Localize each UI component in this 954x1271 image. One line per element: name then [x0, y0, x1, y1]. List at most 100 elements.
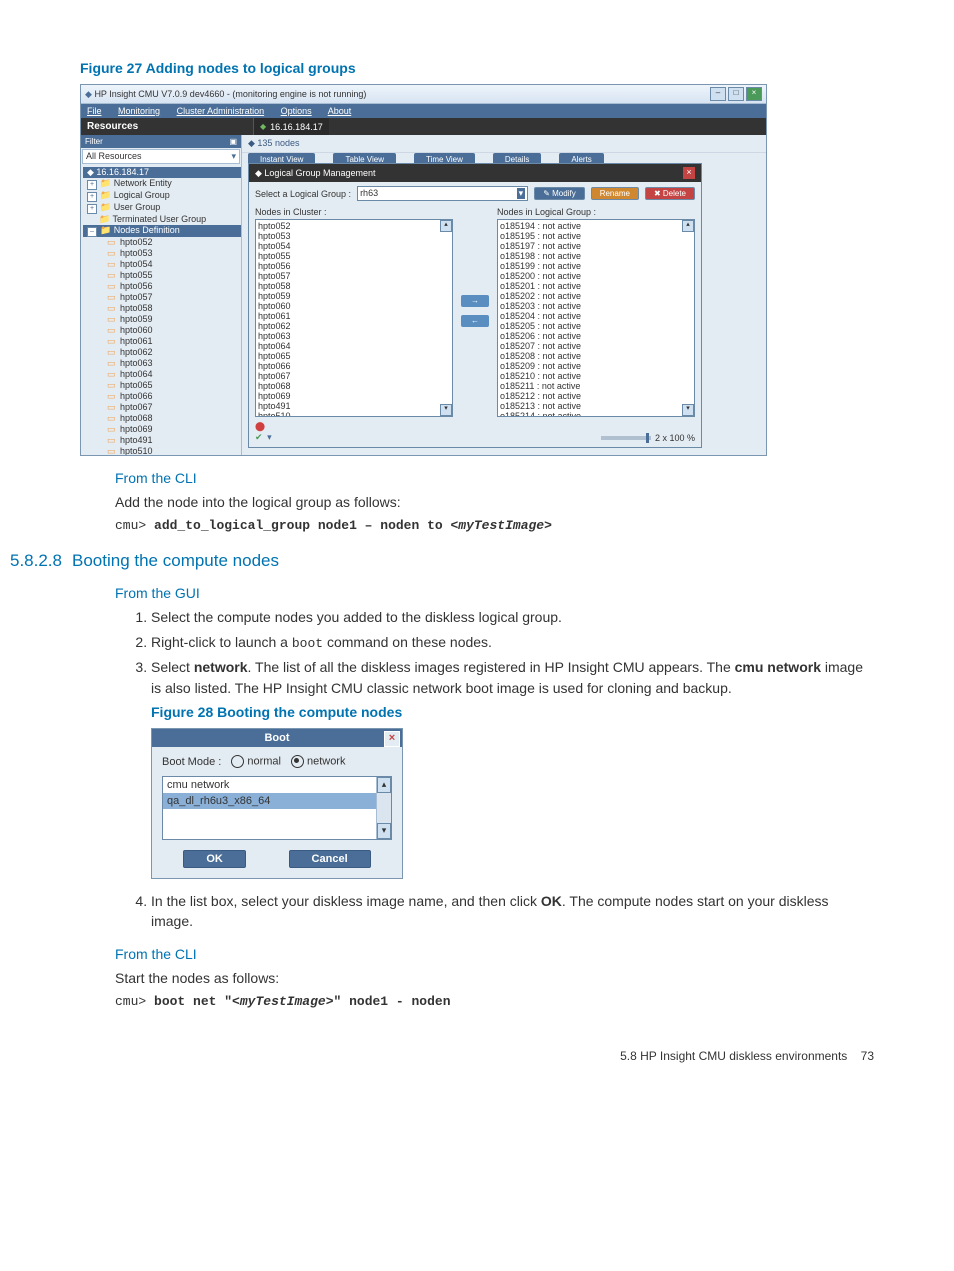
list-item[interactable]: o185212 : not active [500, 391, 692, 401]
tree-node[interactable]: ▭ hpto066 [83, 391, 241, 402]
tree-node[interactable]: ▭ hpto053 [83, 248, 241, 259]
list-item[interactable]: o185204 : not active [500, 311, 692, 321]
list-item[interactable]: o185209 : not active [500, 361, 692, 371]
tree-node[interactable]: ▭ hpto055 [83, 270, 241, 281]
tree-node[interactable]: ▭ hpto058 [83, 303, 241, 314]
tree-node[interactable]: ▭ hpto068 [83, 413, 241, 424]
list-item[interactable]: o185203 : not active [500, 301, 692, 311]
radio-icon[interactable] [291, 755, 304, 768]
list-item[interactable]: hpto056 [258, 261, 450, 271]
list-item[interactable]: hpto061 [258, 311, 450, 321]
list-item[interactable]: hpto052 [258, 221, 450, 231]
lgm-group-dropdown[interactable]: rh63▾ [357, 186, 528, 201]
nodes-in-cluster-list[interactable]: ▴ hpto052hpto053hpto054hpto055hpto056hpt… [255, 219, 453, 417]
zoom-control[interactable]: 2 x 100 % [601, 433, 695, 443]
list-item[interactable]: o185195 : not active [500, 231, 692, 241]
menu-about[interactable]: About [328, 106, 352, 116]
lgm-close-icon[interactable]: × [683, 167, 695, 179]
list-item[interactable]: o185213 : not active [500, 401, 692, 411]
rename-button[interactable]: Rename [591, 187, 639, 200]
boot-mode-normal[interactable]: normal [231, 755, 281, 768]
delete-button[interactable]: ✖ Delete [645, 187, 695, 200]
boot-image-list[interactable]: cmu network qa_dl_rh6u3_x86_64 ▴ ▾ [162, 776, 392, 840]
list-item[interactable]: hpto053 [258, 231, 450, 241]
tag-icon[interactable]: ▾ [267, 432, 272, 442]
list-item[interactable]: hpto510 [258, 411, 450, 417]
tree-terminated-user-group[interactable]: 📁 Terminated User Group [83, 214, 241, 225]
scroll-down-icon[interactable]: ▾ [682, 404, 694, 416]
dropdown-icon[interactable]: ▾ [231, 151, 236, 162]
modify-button[interactable]: ✎ Modify [534, 187, 585, 200]
list-item[interactable]: hpto066 [258, 361, 450, 371]
radio-icon[interactable] [231, 755, 244, 768]
list-item[interactable]: o185211 : not active [500, 381, 692, 391]
boot-close-icon[interactable]: × [384, 731, 400, 747]
list-item[interactable]: hpto062 [258, 321, 450, 331]
list-item[interactable]: o185202 : not active [500, 291, 692, 301]
list-item[interactable]: hpto058 [258, 281, 450, 291]
scroll-up-icon[interactable]: ▴ [682, 220, 694, 232]
list-item[interactable]: hpto069 [258, 391, 450, 401]
tree-node[interactable]: ▭ hpto057 [83, 292, 241, 303]
tree-node[interactable]: ▭ hpto491 [83, 435, 241, 446]
list-item[interactable]: o185201 : not active [500, 281, 692, 291]
menubar[interactable]: File Monitoring Cluster Administration O… [81, 104, 766, 118]
boot-mode-network[interactable]: network [291, 755, 346, 768]
tree-node[interactable]: ▭ hpto069 [83, 424, 241, 435]
close-icon[interactable]: × [746, 87, 762, 101]
list-item[interactable]: hpto055 [258, 251, 450, 261]
list-item[interactable]: hpto064 [258, 341, 450, 351]
tree-node-list[interactable]: ▭ hpto052▭ hpto053▭ hpto054▭ hpto055 ▭ hp… [83, 237, 241, 455]
move-left-button[interactable]: ← [461, 315, 489, 327]
tree-node[interactable]: ▭ hpto064 [83, 369, 241, 380]
menu-cluster-admin[interactable]: Cluster Administration [177, 106, 265, 116]
list-item[interactable]: hpto067 [258, 371, 450, 381]
tree-logical-group[interactable]: +📁 Logical Group [83, 190, 241, 202]
list-item[interactable]: hpto054 [258, 241, 450, 251]
tree-node[interactable]: ▭ hpto063 [83, 358, 241, 369]
list-item[interactable]: o185194 : not active [500, 221, 692, 231]
tree-user-group[interactable]: +📁 User Group [83, 202, 241, 214]
tree-node[interactable]: ▭ hpto065 [83, 380, 241, 391]
tree-nodes-definition[interactable]: –📁 Nodes Definition [83, 225, 241, 237]
list-item[interactable]: qa_dl_rh6u3_x86_64 [163, 793, 391, 809]
tree-node[interactable]: ▭ hpto067 [83, 402, 241, 413]
list-item[interactable]: o185199 : not active [500, 261, 692, 271]
scroll-down-icon[interactable]: ▾ [440, 404, 452, 416]
menu-monitoring[interactable]: Monitoring [118, 106, 160, 116]
list-item[interactable]: o185208 : not active [500, 351, 692, 361]
list-item[interactable]: cmu network [163, 777, 391, 793]
lgm-footer-icons[interactable]: ⬤ ✔ ▾ [255, 421, 274, 443]
tree-node[interactable]: ▭ hpto510 [83, 446, 241, 455]
list-item[interactable]: o185207 : not active [500, 341, 692, 351]
scroll-up-icon[interactable]: ▴ [440, 220, 452, 232]
scroll-up-icon[interactable]: ▴ [377, 777, 391, 793]
list-item[interactable]: o185205 : not active [500, 321, 692, 331]
tree-node[interactable]: ▭ hpto062 [83, 347, 241, 358]
dropdown-icon[interactable]: ▾ [517, 188, 526, 199]
list-item[interactable]: o185200 : not active [500, 271, 692, 281]
tree-node[interactable]: ▭ hpto052 [83, 237, 241, 248]
tree-node[interactable]: ▭ hpto054 [83, 259, 241, 270]
list-item[interactable]: o185210 : not active [500, 371, 692, 381]
list-item[interactable]: o185197 : not active [500, 241, 692, 251]
delete-icon[interactable]: ⬤ [255, 421, 265, 431]
tree-node[interactable]: ▭ hpto061 [83, 336, 241, 347]
nodes-in-group-list[interactable]: ▴ o185194 : not activeo185195 : not acti… [497, 219, 695, 417]
menu-file[interactable]: File [87, 106, 102, 116]
cancel-button[interactable]: Cancel [289, 850, 371, 868]
collapse-icon[interactable]: ▣ [229, 137, 237, 146]
list-item[interactable]: hpto057 [258, 271, 450, 281]
ok-icon[interactable]: ✔ [255, 432, 263, 442]
tree-root[interactable]: ◆ 16.16.184.17 [83, 167, 241, 178]
tree-network-entity[interactable]: +📁 Network Entity [83, 178, 241, 190]
list-item[interactable]: hpto063 [258, 331, 450, 341]
resource-tree[interactable]: ◆ 16.16.184.17 +📁 Network Entity +📁 Logi… [81, 165, 241, 455]
filter-bar[interactable]: Filter▣ [81, 135, 241, 148]
move-right-button[interactable]: → [461, 295, 489, 307]
menu-options[interactable]: Options [281, 106, 312, 116]
list-item[interactable]: hpto065 [258, 351, 450, 361]
list-item[interactable]: o185198 : not active [500, 251, 692, 261]
maximize-icon[interactable]: □ [728, 87, 744, 101]
all-resources[interactable]: All Resources▾ [82, 149, 240, 164]
